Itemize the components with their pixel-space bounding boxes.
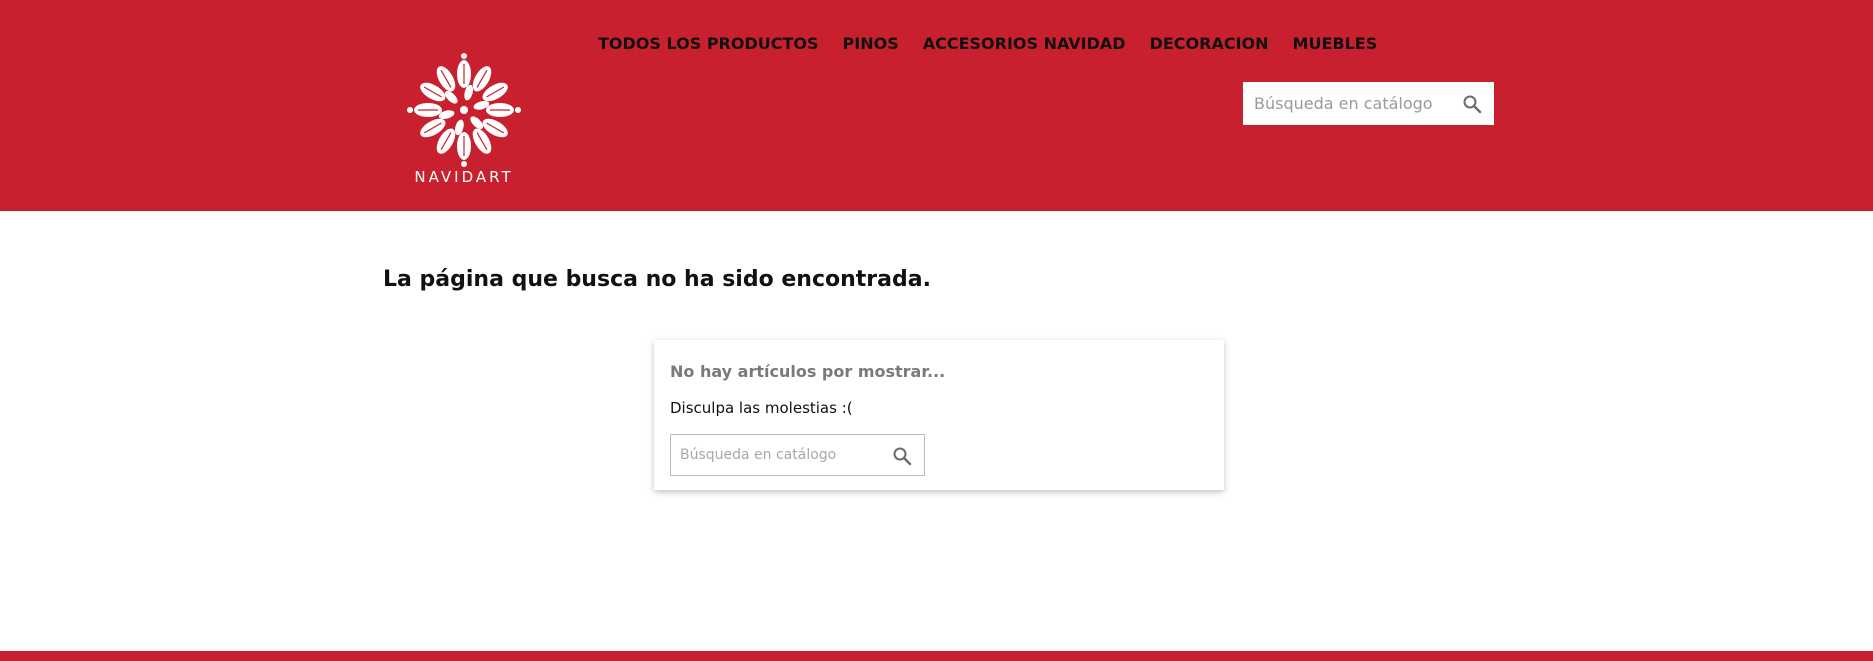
nav-item-decoracion[interactable]: DECORACION [1150, 33, 1269, 55]
brand-logo[interactable]: NAVIDART [403, 52, 525, 192]
brand-name: NAVIDART [414, 168, 514, 186]
snowflake-leaf-logo-icon [407, 53, 521, 167]
site-header: NAVIDART TODOS LOS PRODUCTOS PINOS ACCES… [0, 0, 1873, 211]
no-results-card: No hay artículos por mostrar... Disculpa… [654, 340, 1224, 490]
card-message: Disculpa las molestias :( [670, 399, 853, 417]
main-nav: TODOS LOS PRODUCTOS PINOS ACCESORIOS NAV… [598, 33, 1377, 55]
nav-item-muebles[interactable]: MUEBLES [1293, 33, 1378, 55]
page-title: La página que busca no ha sido encontrad… [383, 267, 931, 292]
header-search-input[interactable] [1243, 82, 1443, 125]
nav-item-accesorios-navidad[interactable]: ACCESORIOS NAVIDAD [923, 33, 1126, 55]
card-search-input[interactable] [671, 435, 871, 475]
nav-item-pinos[interactable]: PINOS [843, 33, 899, 55]
card-search-box [670, 434, 925, 476]
search-icon[interactable] [892, 446, 912, 470]
header-search-box [1243, 82, 1494, 125]
nav-item-todos-los-productos[interactable]: TODOS LOS PRODUCTOS [598, 33, 819, 55]
footer-strip [0, 651, 1873, 661]
search-icon[interactable] [1462, 94, 1482, 118]
card-heading: No hay artículos por mostrar... [670, 362, 946, 381]
